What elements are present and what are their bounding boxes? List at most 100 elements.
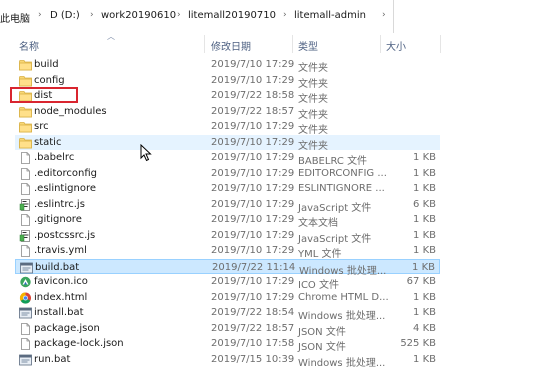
file-size: 1 KB [413,291,436,303]
sort-arrow-icon: ︿ [107,32,115,41]
bat-icon [19,354,32,366]
file-row-build[interactable]: build 2019/7/10 17:29 文件夹 [15,57,440,74]
file-date: 2019/7/22 18:57 [211,322,295,334]
chevron-right-icon[interactable]: › [283,10,287,20]
file-size: 1 KB [413,353,436,365]
file-date: 2019/7/22 11:14 [212,261,296,273]
file-icon [19,338,32,350]
file-row-gitignore[interactable]: .gitignore 2019/7/10 17:29 文本文档 1 KB [15,212,440,229]
file-size: 1 KB [413,229,436,241]
file-icon [19,214,32,226]
script-icon [19,198,32,211]
chevron-right-icon[interactable]: › [177,10,181,20]
file-size: 67 KB [406,276,436,287]
column-header-date[interactable]: 修改日期 [211,38,251,53]
file-date: 2019/7/10 17:29 [211,291,295,303]
file-icon [19,322,32,335]
ico-icon [19,276,32,288]
breadcrumb-work-folder[interactable]: work20190610 [101,10,176,21]
file-date: 2019/7/10 17:29 [211,167,295,179]
column-header-name[interactable]: 名称 [19,38,39,53]
file-date: 2019/7/10 17:29 [211,183,295,194]
file-date: 2019/7/10 17:29 [211,229,295,241]
address-bar-divider [393,0,394,33]
file-row-static[interactable]: static 2019/7/10 17:29 文件夹 [15,134,440,152]
file-name: favicon.ico [34,276,88,287]
file-row-install-bat[interactable]: install.bat 2019/7/22 18:54 Windows 批处理...… [15,305,440,322]
file-size: 1 KB [413,214,436,225]
file-name: config [34,74,65,86]
file-date: 2019/7/10 17:29 [211,136,295,148]
file-row-eslintrc-js[interactable]: .eslintrc.js 2019/7/10 17:29 JavaScript 文件… [15,197,440,214]
file-icon [19,152,32,164]
file-name: .eslintignore [34,183,96,194]
file-date: 2019/7/10 17:29 [211,59,295,70]
file-name: .babelrc [34,152,75,163]
file-size: 4 KB [413,322,436,334]
file-row-package-json[interactable]: package.json 2019/7/22 18:57 JSON 文件 4 KB [15,321,440,338]
file-name: install.bat [34,307,84,318]
file-size: 1 KB [413,307,436,318]
folder-icon [19,106,32,118]
file-size: 1 KB [413,245,436,256]
file-name: .eslintrc.js [34,198,85,210]
file-row-node-modules[interactable]: node_modules 2019/7/22 18:57 文件夹 [15,104,440,121]
column-divider[interactable] [440,35,441,53]
bat-icon [19,307,32,319]
column-header-row: 名称 修改日期 类型 大小 [0,33,554,55]
chevron-right-icon[interactable]: › [382,10,386,20]
breadcrumb-this-pc[interactable]: 此电脑 [0,10,30,25]
file-size: 6 KB [413,198,436,210]
file-name: node_modules [34,105,107,117]
file-name: .travis.yml [34,245,87,256]
file-row-config[interactable]: config 2019/7/10 17:29 文件夹 [15,73,440,90]
file-type: EDITORCONFIG ... [298,167,387,179]
file-row-package-lock-json[interactable]: package-lock.json 2019/7/10 17:58 JSON 文件 5… [15,336,440,353]
file-date: 2019/7/10 17:58 [211,338,295,349]
file-date: 2019/7/22 18:54 [211,307,295,318]
file-name: src [34,121,49,132]
bat-icon [20,262,33,274]
file-name: static [34,136,62,148]
file-size: 1 KB [413,167,436,179]
file-name: .postcssrc.js [34,229,96,241]
chevron-right-icon[interactable]: › [90,10,94,20]
file-row-babelrc[interactable]: .babelrc 2019/7/10 17:29 BABELRC 文件 1 KB [15,150,440,167]
file-row-dist[interactable]: dist 2019/7/22 18:58 文件夹 [15,88,440,105]
file-size: 1 KB [413,183,436,194]
file-date: 2019/7/10 17:29 [211,276,295,287]
file-row-eslintignore[interactable]: .eslintignore 2019/7/10 17:29 ESLINTIGNORE… [15,181,440,197]
file-date: 2019/7/22 18:58 [211,90,295,101]
file-row-src[interactable]: src 2019/7/10 17:29 文件夹 [15,119,440,136]
file-name: .gitignore [34,214,82,225]
file-size: 1 KB [413,152,436,163]
file-row-index-html[interactable]: index.html 2019/7/10 17:29 Chrome HTML D..… [15,290,440,306]
file-date: 2019/7/10 17:29 [211,245,295,256]
file-row-build-bat[interactable]: build.bat 2019/7/22 11:14 Windows 批处理... 1 … [15,258,440,277]
file-row-travis-yml[interactable]: .travis.yml 2019/7/10 17:29 YML 文件 1 KB [15,243,440,260]
file-icon [19,183,32,195]
file-row-postcssrc-js[interactable]: .postcssrc.js 2019/7/10 17:29 JavaScript 文… [15,228,440,245]
file-name: package-lock.json [34,338,124,349]
column-divider[interactable] [292,35,293,53]
file-size: 1 KB [412,261,435,273]
file-row-run-bat[interactable]: run.bat 2019/7/15 10:39 Windows 批处理... 1 KB [15,352,440,369]
file-date: 2019/7/22 18:57 [211,105,295,117]
chevron-right-icon[interactable]: › [38,10,42,20]
column-divider[interactable] [204,35,205,53]
address-bar[interactable]: 此电脑 › D (D:) › work20190610 › litemall20… [0,0,554,33]
breadcrumb-litemall-folder[interactable]: litemall20190710 [188,10,276,21]
column-header-type[interactable]: 类型 [298,38,318,53]
file-type: Chrome HTML D... [298,291,389,303]
file-row-favicon-ico[interactable]: favicon.ico 2019/7/10 17:29 ICO 文件 67 KB [15,274,440,291]
file-name: package.json [34,322,100,334]
file-name: run.bat [34,353,71,365]
file-row-editorconfig[interactable]: .editorconfig 2019/7/10 17:29 EDITORCONFIG… [15,166,440,182]
breadcrumb-drive[interactable]: D (D:) [50,10,80,21]
column-divider[interactable] [380,35,381,53]
highlight-box [10,87,78,103]
column-header-size[interactable]: 大小 [386,38,406,53]
folder-icon [19,121,32,133]
file-date: 2019/7/10 17:29 [211,121,295,132]
breadcrumb-current-folder[interactable]: litemall-admin [294,10,366,21]
